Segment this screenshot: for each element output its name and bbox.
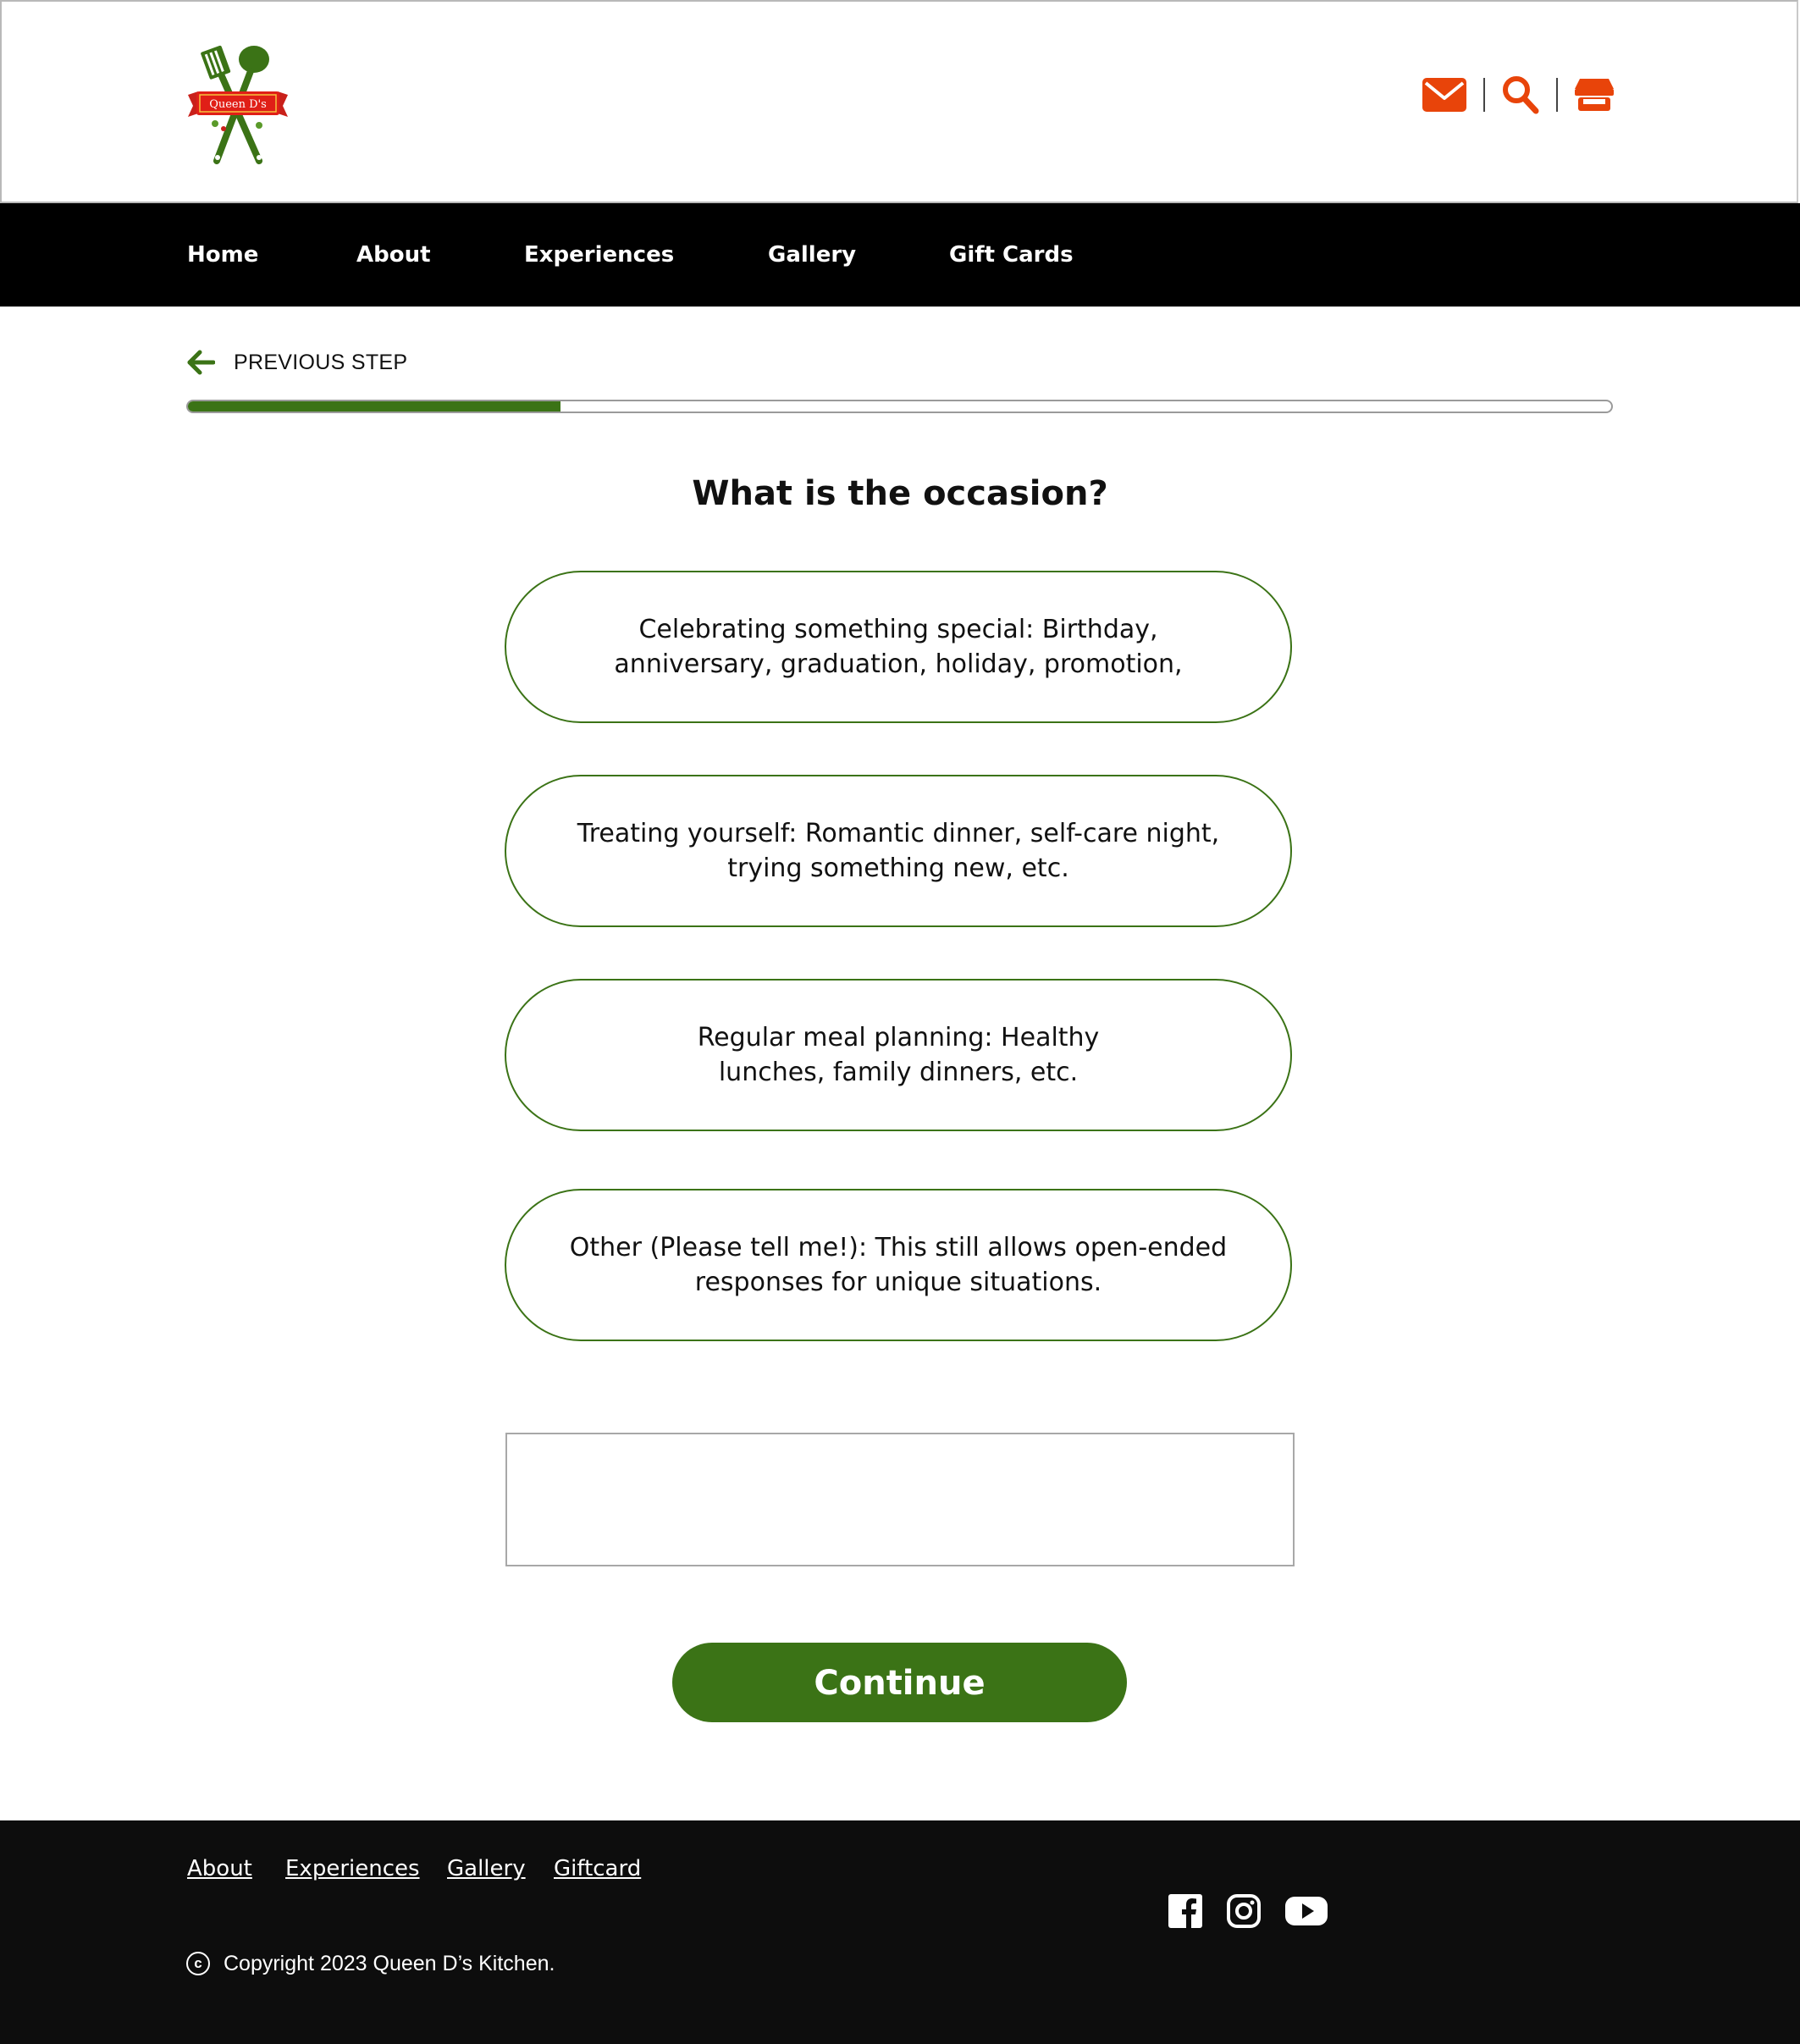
- facebook-icon[interactable]: [1168, 1893, 1202, 1929]
- arrow-left-icon: [187, 350, 215, 375]
- occasion-option-meal-planning[interactable]: Regular meal planning: Healthy lunches, …: [505, 979, 1292, 1131]
- footer-link-giftcard[interactable]: Giftcard: [554, 1856, 641, 1881]
- occasion-option-other[interactable]: Other (Please tell me!): This still allo…: [505, 1189, 1292, 1341]
- footer-link-gallery[interactable]: Gallery: [447, 1856, 526, 1881]
- option-label: Regular meal planning: Healthy lunches, …: [697, 1023, 1100, 1087]
- option-label: Treating yourself: Romantic dinner, self…: [577, 819, 1220, 883]
- option-label: Other (Please tell me!): This still allo…: [569, 1233, 1228, 1297]
- search-icon[interactable]: [1502, 75, 1539, 114]
- previous-step-link[interactable]: PREVIOUS STEP: [186, 345, 407, 379]
- previous-step-label: PREVIOUS STEP: [234, 350, 408, 374]
- copyright-icon: c: [186, 1952, 210, 1975]
- progress-bar: [186, 400, 1613, 413]
- copyright-text: Copyright 2023 Queen D’s Kitchen.: [224, 1951, 555, 1975]
- mail-icon[interactable]: [1422, 76, 1466, 113]
- nav-item-gift-cards[interactable]: Gift Cards: [949, 203, 1074, 307]
- copyright: c Copyright 2023 Queen D’s Kitchen.: [186, 1949, 555, 1978]
- nav-item-home[interactable]: Home: [187, 203, 258, 307]
- continue-button[interactable]: Continue: [672, 1643, 1127, 1722]
- main-nav: Home About Experiences Gallery Gift Card…: [0, 203, 1800, 307]
- logo-graphic: Queen D's: [188, 45, 288, 164]
- queen-ds-logo[interactable]: Queen D's: [186, 42, 290, 168]
- site-footer: About Experiences Gallery Giftcard c Cop…: [0, 1820, 1800, 2044]
- instagram-icon[interactable]: [1226, 1893, 1262, 1929]
- question-heading: What is the occasion?: [692, 474, 1108, 513]
- nav-item-gallery[interactable]: Gallery: [768, 203, 856, 307]
- footer-link-about[interactable]: About: [187, 1856, 252, 1881]
- nav-item-experiences[interactable]: Experiences: [524, 203, 674, 307]
- svg-text:Queen D's: Queen D's: [209, 98, 267, 111]
- site-header: Queen D's: [0, 0, 1798, 203]
- nav-item-about[interactable]: About: [356, 203, 431, 307]
- header-divider: [1483, 78, 1485, 112]
- occasion-option-celebrating[interactable]: Celebrating something special: Birthday,…: [505, 571, 1292, 723]
- occasion-option-treating-yourself[interactable]: Treating yourself: Romantic dinner, self…: [505, 775, 1292, 927]
- header-divider: [1556, 78, 1558, 112]
- option-label: Celebrating something special: Birthday,…: [614, 615, 1183, 679]
- store-icon[interactable]: [1575, 77, 1614, 113]
- progress-fill: [188, 401, 561, 412]
- other-occasion-textarea[interactable]: [505, 1433, 1295, 1566]
- footer-link-experiences[interactable]: Experiences: [285, 1856, 420, 1881]
- header-actions: [1422, 73, 1614, 117]
- youtube-icon[interactable]: [1285, 1893, 1328, 1929]
